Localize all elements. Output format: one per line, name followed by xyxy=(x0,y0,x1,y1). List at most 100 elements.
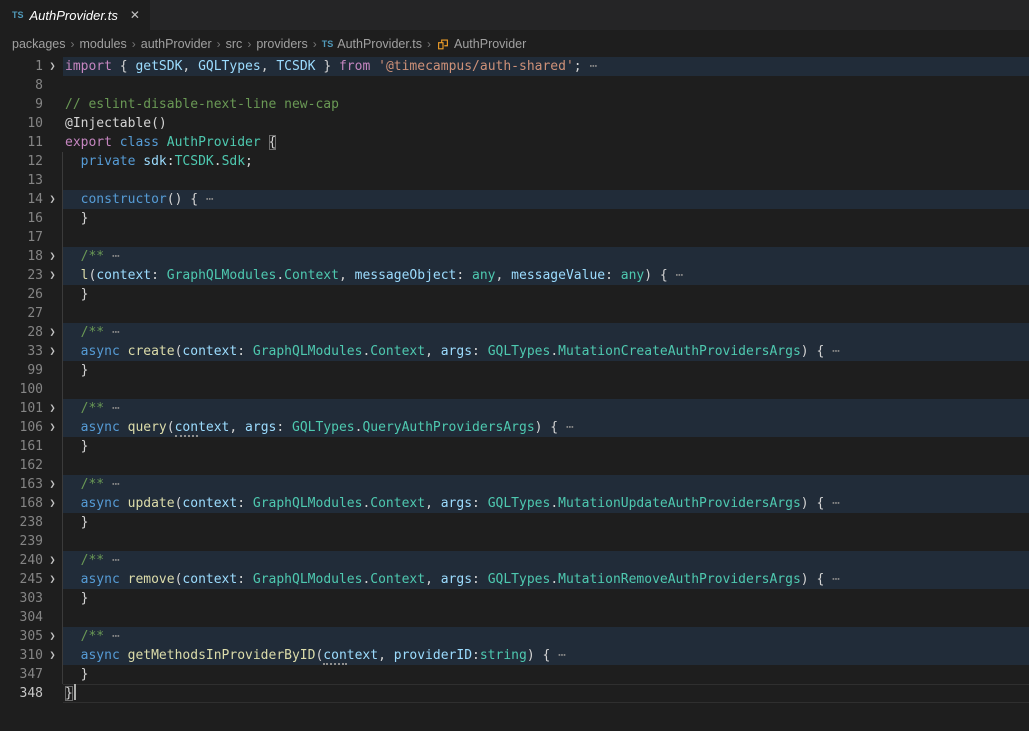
code-content[interactable]: // eslint-disable-next-line new-cap xyxy=(63,95,1029,114)
breadcrumb-item-authprovider[interactable]: AuthProvider xyxy=(436,37,526,51)
line-number[interactable]: 9 xyxy=(0,95,43,114)
code-content[interactable] xyxy=(63,76,1029,95)
code-content[interactable]: constructor() { ⋯ xyxy=(63,190,1029,209)
fold-ellipsis-icon[interactable]: ⋯ xyxy=(676,268,684,283)
line-number[interactable]: 13 xyxy=(0,171,43,190)
fold-chevron-icon[interactable]: ❯ xyxy=(43,190,63,209)
line-number[interactable]: 348 xyxy=(0,684,43,703)
code-content[interactable]: } xyxy=(63,285,1029,304)
code-content[interactable]: } xyxy=(63,209,1029,228)
code-content[interactable]: async remove(context: GraphQLModules.Con… xyxy=(63,570,1029,589)
line-number[interactable]: 310 xyxy=(0,646,43,665)
line-number[interactable]: 303 xyxy=(0,589,43,608)
line-number[interactable]: 28 xyxy=(0,323,43,342)
line-number[interactable]: 17 xyxy=(0,228,43,247)
fold-ellipsis-icon[interactable]: ⋯ xyxy=(832,496,840,511)
code-content[interactable]: } xyxy=(63,437,1029,456)
code-content[interactable] xyxy=(63,380,1029,399)
fold-chevron-icon[interactable]: ❯ xyxy=(43,342,63,361)
line-number[interactable]: 305 xyxy=(0,627,43,646)
breadcrumb-item-packages[interactable]: packages xyxy=(12,37,66,51)
code-content[interactable] xyxy=(63,608,1029,627)
code-content[interactable]: async create(context: GraphQLModules.Con… xyxy=(63,342,1029,361)
code-content[interactable]: @Injectable() xyxy=(63,114,1029,133)
fold-ellipsis-icon[interactable]: ⋯ xyxy=(558,648,566,663)
line-number[interactable]: 238 xyxy=(0,513,43,532)
breadcrumb-item-authprovider[interactable]: authProvider xyxy=(141,37,212,51)
line-number[interactable]: 23 xyxy=(0,266,43,285)
code-content[interactable]: /** ⋯ xyxy=(63,399,1029,418)
fold-chevron-icon[interactable]: ❯ xyxy=(43,266,63,285)
fold-ellipsis-icon[interactable]: ⋯ xyxy=(566,420,574,435)
code-content[interactable]: async update(context: GraphQLModules.Con… xyxy=(63,494,1029,513)
line-number[interactable]: 1 xyxy=(0,57,43,76)
line-number[interactable]: 161 xyxy=(0,437,43,456)
line-number[interactable]: 16 xyxy=(0,209,43,228)
fold-ellipsis-icon[interactable]: ⋯ xyxy=(112,477,120,492)
code-content[interactable]: /** ⋯ xyxy=(63,551,1029,570)
code-content[interactable]: } xyxy=(63,513,1029,532)
line-number[interactable]: 11 xyxy=(0,133,43,152)
line-number[interactable]: 106 xyxy=(0,418,43,437)
fold-ellipsis-icon[interactable]: ⋯ xyxy=(112,249,120,264)
fold-ellipsis-icon[interactable]: ⋯ xyxy=(112,325,120,340)
code-content[interactable]: } xyxy=(63,684,1029,703)
fold-ellipsis-icon[interactable]: ⋯ xyxy=(832,344,840,359)
fold-ellipsis-icon[interactable]: ⋯ xyxy=(206,192,214,207)
close-icon[interactable]: ✕ xyxy=(130,9,140,21)
code-content[interactable]: } xyxy=(63,665,1029,684)
line-number[interactable]: 18 xyxy=(0,247,43,266)
fold-chevron-icon[interactable]: ❯ xyxy=(43,57,63,76)
line-number[interactable]: 347 xyxy=(0,665,43,684)
line-number[interactable]: 8 xyxy=(0,76,43,95)
code-content[interactable]: /** ⋯ xyxy=(63,475,1029,494)
fold-ellipsis-icon[interactable]: ⋯ xyxy=(112,401,120,416)
fold-chevron-icon[interactable]: ❯ xyxy=(43,570,63,589)
line-number[interactable]: 304 xyxy=(0,608,43,627)
code-content[interactable]: } xyxy=(63,361,1029,380)
line-number[interactable]: 14 xyxy=(0,190,43,209)
line-number[interactable]: 10 xyxy=(0,114,43,133)
fold-chevron-icon[interactable]: ❯ xyxy=(43,646,63,665)
line-number[interactable]: 100 xyxy=(0,380,43,399)
fold-chevron-icon[interactable]: ❯ xyxy=(43,551,63,570)
line-number[interactable]: 26 xyxy=(0,285,43,304)
code-content[interactable]: /** ⋯ xyxy=(63,247,1029,266)
code-content[interactable]: async getMethodsInProviderByID(context, … xyxy=(63,646,1029,665)
fold-chevron-icon[interactable]: ❯ xyxy=(43,247,63,266)
code-content[interactable] xyxy=(63,171,1029,190)
code-content[interactable]: } xyxy=(63,589,1029,608)
breadcrumb-item-providers[interactable]: providers xyxy=(256,37,307,51)
code-content[interactable]: private sdk:TCSDK.Sdk; xyxy=(63,152,1029,171)
breadcrumb-item-src[interactable]: src xyxy=(226,37,243,51)
editor[interactable]: 1❯import { getSDK, GQLTypes, TCSDK } fro… xyxy=(0,57,1029,731)
code-content[interactable] xyxy=(63,228,1029,247)
tab-authprovider[interactable]: TS AuthProvider.ts ✕ xyxy=(0,0,150,30)
code-content[interactable]: async query(context, args: GQLTypes.Quer… xyxy=(63,418,1029,437)
fold-chevron-icon[interactable]: ❯ xyxy=(43,627,63,646)
code-content[interactable] xyxy=(63,456,1029,475)
line-number[interactable]: 27 xyxy=(0,304,43,323)
code-content[interactable] xyxy=(63,304,1029,323)
breadcrumb-item-authprovider-ts[interactable]: TSAuthProvider.ts xyxy=(322,37,422,51)
code-content[interactable]: /** ⋯ xyxy=(63,323,1029,342)
code-content[interactable]: l(context: GraphQLModules.Context, messa… xyxy=(63,266,1029,285)
line-number[interactable]: 239 xyxy=(0,532,43,551)
fold-ellipsis-icon[interactable]: ⋯ xyxy=(589,59,597,74)
line-number[interactable]: 163 xyxy=(0,475,43,494)
code-content[interactable]: export class AuthProvider { xyxy=(63,133,1029,152)
line-number[interactable]: 12 xyxy=(0,152,43,171)
line-number[interactable]: 245 xyxy=(0,570,43,589)
code-content[interactable]: import { getSDK, GQLTypes, TCSDK } from … xyxy=(63,57,1029,76)
fold-ellipsis-icon[interactable]: ⋯ xyxy=(832,572,840,587)
line-number[interactable]: 33 xyxy=(0,342,43,361)
line-number[interactable]: 99 xyxy=(0,361,43,380)
line-number[interactable]: 240 xyxy=(0,551,43,570)
code-content[interactable]: /** ⋯ xyxy=(63,627,1029,646)
fold-chevron-icon[interactable]: ❯ xyxy=(43,418,63,437)
fold-ellipsis-icon[interactable]: ⋯ xyxy=(112,629,120,644)
line-number[interactable]: 101 xyxy=(0,399,43,418)
fold-chevron-icon[interactable]: ❯ xyxy=(43,323,63,342)
fold-chevron-icon[interactable]: ❯ xyxy=(43,399,63,418)
fold-ellipsis-icon[interactable]: ⋯ xyxy=(112,553,120,568)
